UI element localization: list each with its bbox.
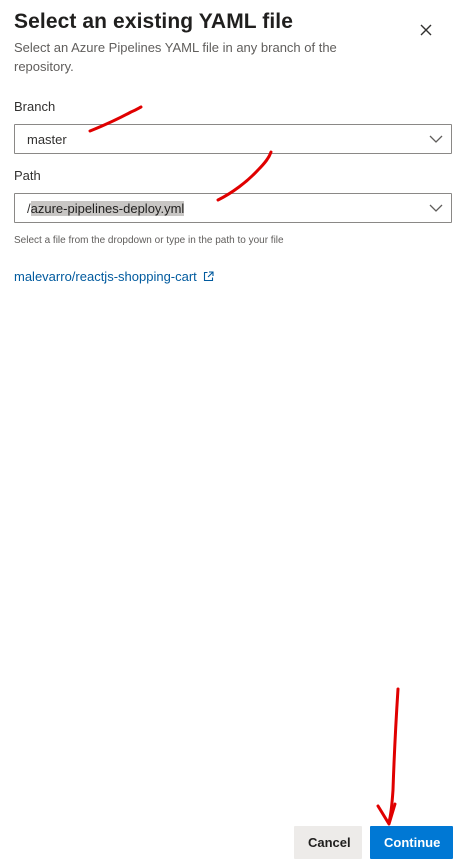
chevron-down-icon (421, 125, 451, 153)
external-link-icon (203, 271, 214, 282)
path-label: Path (14, 168, 41, 183)
repository-link[interactable]: malevarro/reactjs-shopping-cart (14, 269, 214, 284)
branch-dropdown[interactable]: master (14, 124, 452, 154)
path-helper-text: Select a file from the dropdown or type … (14, 235, 284, 246)
continue-button[interactable]: Continue (370, 826, 453, 859)
annotation-arrowhead (376, 802, 397, 826)
branch-value: master (27, 131, 67, 147)
cancel-button[interactable]: Cancel (294, 826, 362, 859)
dialog-subtitle: Select an Azure Pipelines YAML file in a… (14, 40, 337, 74)
close-icon (420, 24, 432, 36)
path-dropdown[interactable]: /azure-pipelines-deploy.yml (14, 193, 452, 223)
dialog-footer: Cancel Continue (294, 826, 453, 859)
branch-label: Branch (14, 99, 56, 114)
path-selected-text: azure-pipelines-deploy.yml (30, 200, 185, 216)
path-input[interactable]: /azure-pipelines-deploy.yml (15, 200, 421, 216)
select-yaml-panel: Select an existing YAML file Select an A… (0, 0, 455, 867)
close-button[interactable] (412, 16, 440, 44)
chevron-down-icon (421, 194, 451, 222)
annotation-arrow-continue (387, 687, 400, 824)
repository-link-text: malevarro/reactjs-shopping-cart (14, 269, 197, 284)
dialog-title: Select an existing YAML file (14, 10, 294, 33)
